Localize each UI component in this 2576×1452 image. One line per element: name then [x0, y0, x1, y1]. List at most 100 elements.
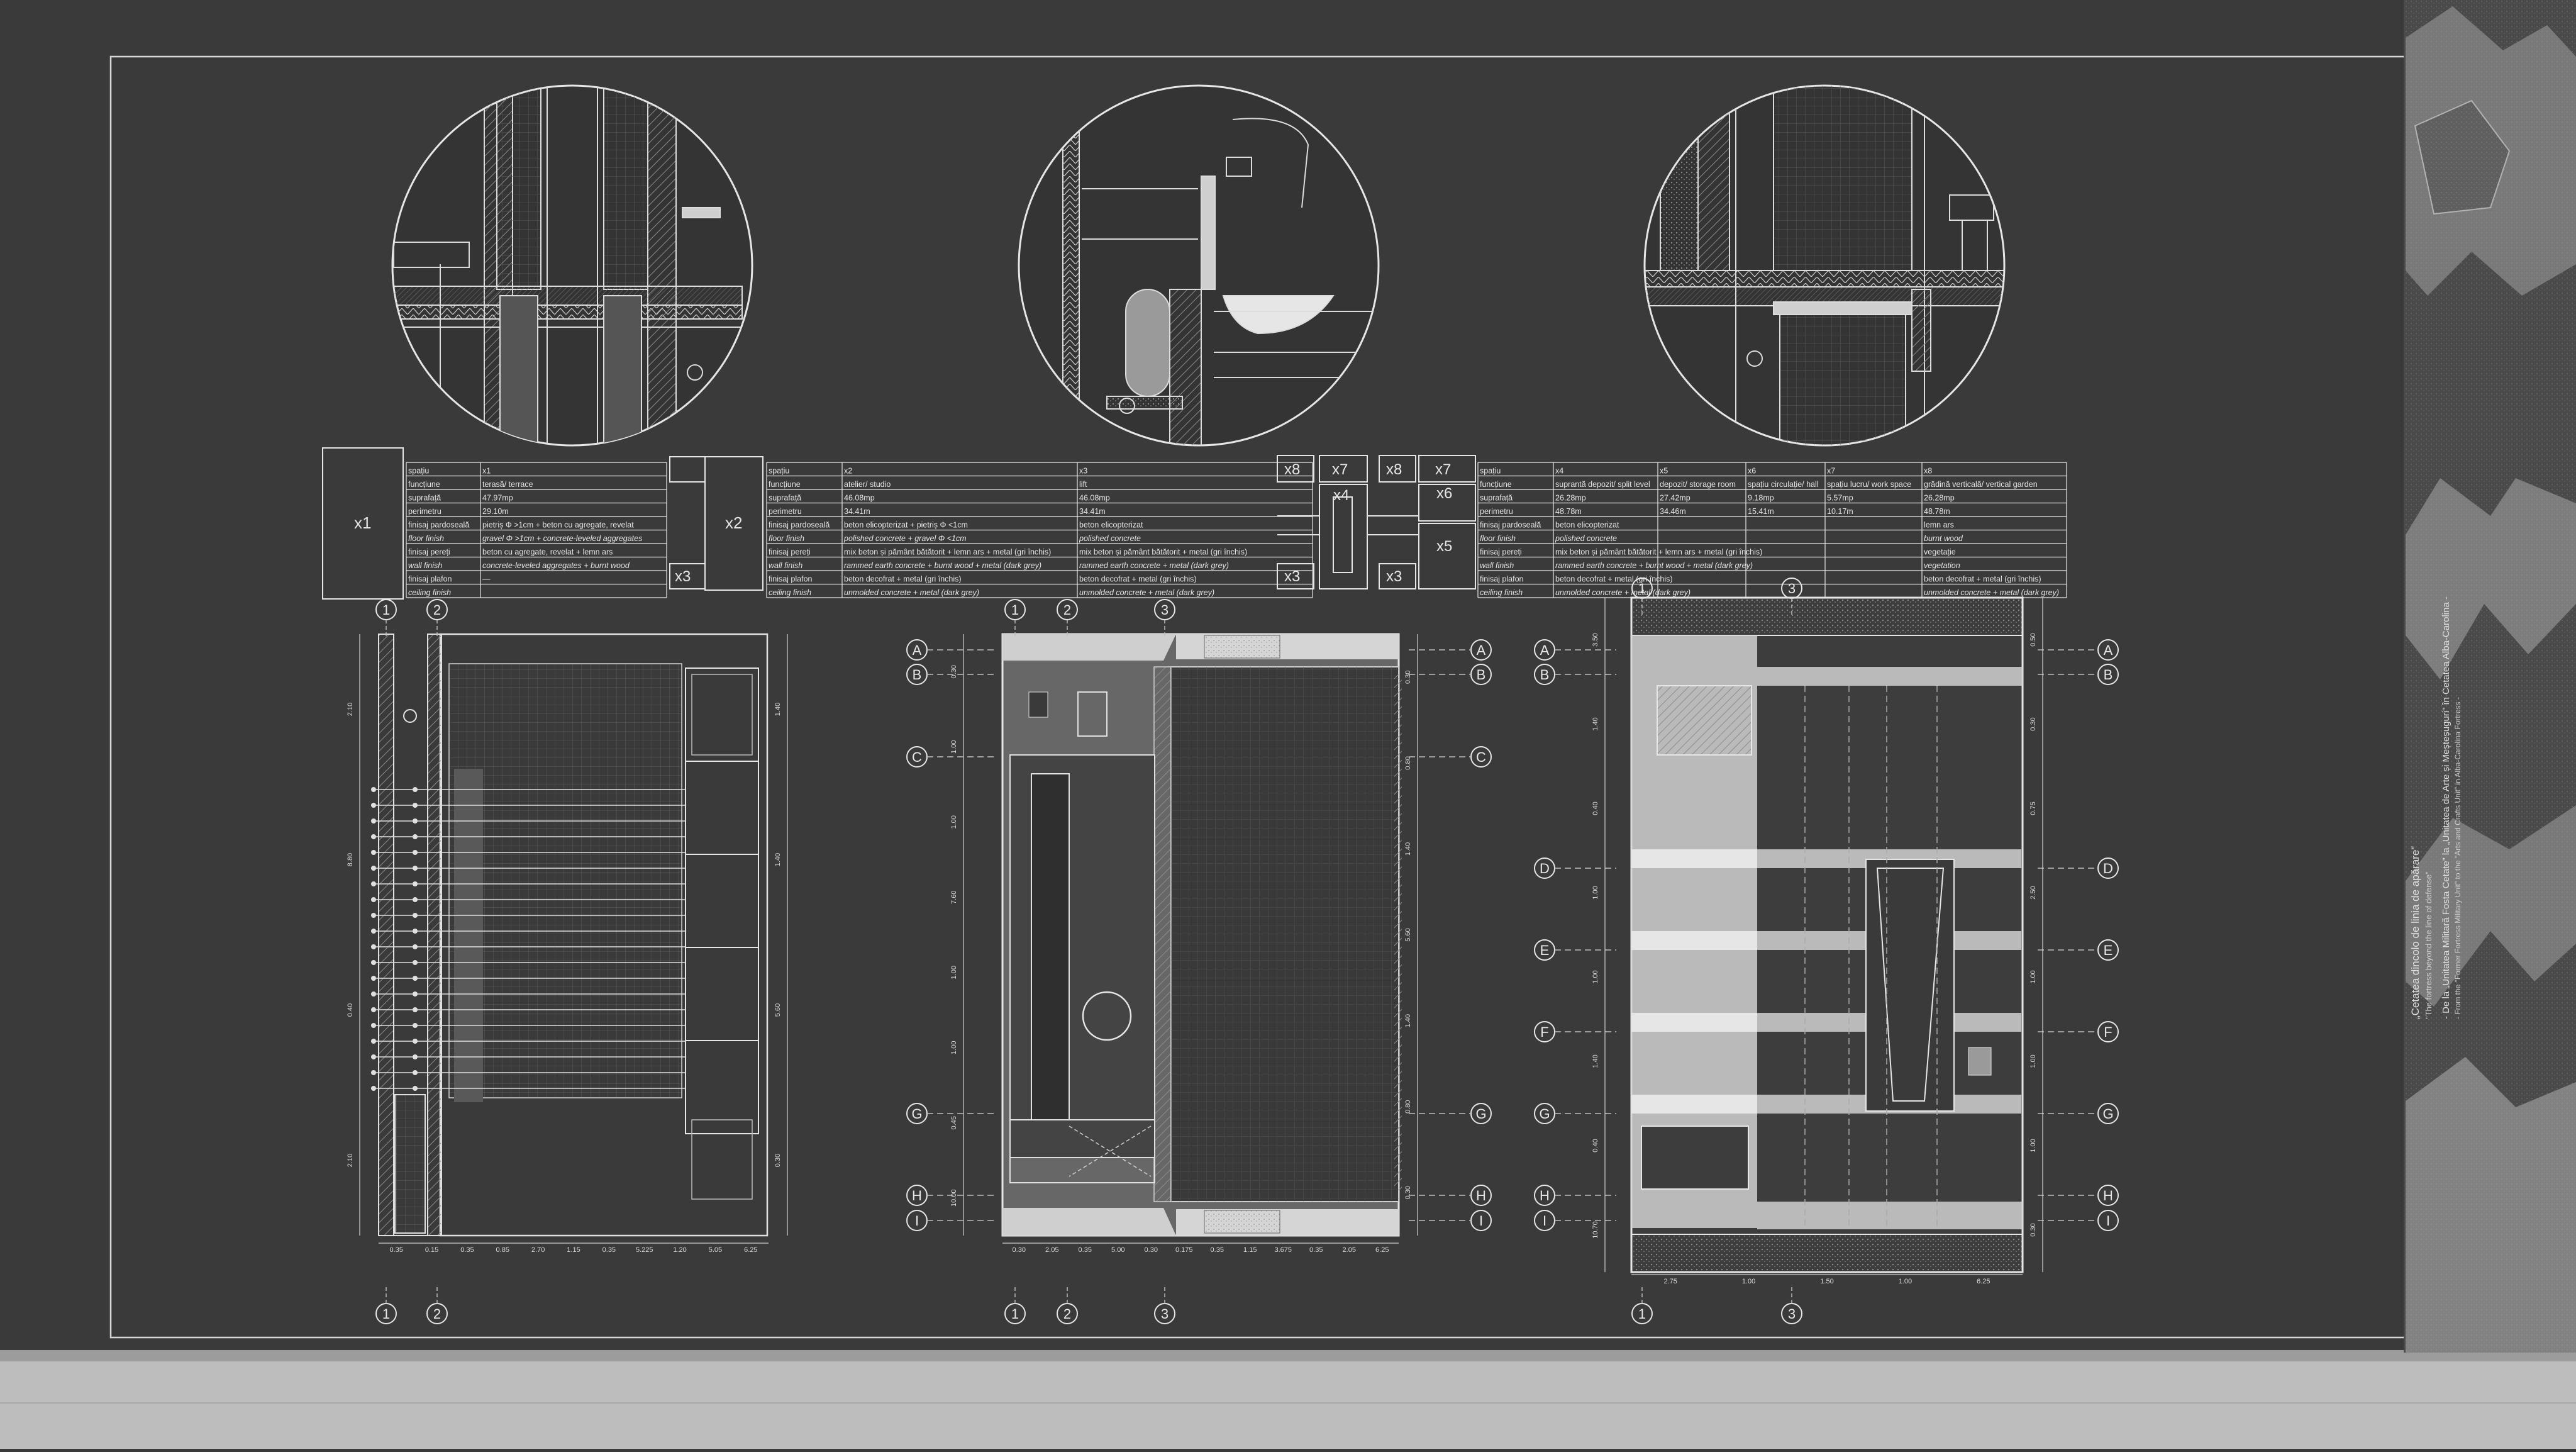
table-cell: wall finish [769, 561, 802, 570]
table-cell: 26.28mp [1924, 494, 1955, 503]
table-cell: pietriș Φ >1cm + beton cu agregate, reve… [482, 521, 634, 530]
dimension-label: 1.00 [950, 1041, 958, 1054]
axis-label: 3 [1161, 602, 1169, 618]
table-cell: perimetru [1480, 507, 1513, 516]
rung-node [413, 991, 418, 997]
table-cell: finisaj pardoseală [408, 521, 469, 530]
axis-label: A [1477, 642, 1486, 658]
dimension-label: 0.35 [1079, 1246, 1092, 1254]
dimension-label: 1.00 [950, 815, 958, 829]
axis-label: G [1539, 1106, 1550, 1122]
table-cell: beton decofrat + metal (gri închis) [844, 575, 962, 584]
table-cell: depozit/ storage room [1660, 480, 1736, 489]
axis-label: 2 [433, 1306, 441, 1322]
dimension-label: 0.30 [2029, 1223, 2037, 1236]
room-table-x2-x3: spațiu x2 x3 funcțiune atelier/ studio lift su… [766, 462, 1313, 598]
rung-node [371, 1039, 376, 1044]
axis-label: F [2104, 1024, 2112, 1040]
table-cell: unmolded concrete + metal (dark grey) [1555, 588, 1690, 597]
table-cell: finisaj plafon [1480, 575, 1524, 584]
table-cell: vegetation [1924, 561, 1960, 570]
dimension-label: 0.35 [1211, 1246, 1224, 1254]
axis-label: G [911, 1106, 922, 1122]
table-cell: unmolded concrete + metal (dark grey) [844, 588, 979, 597]
plan-right [1630, 596, 2024, 1273]
axis-label: I [2106, 1213, 2110, 1229]
dimension-label: 5.05 [709, 1246, 722, 1254]
table-cell: mix beton și pământ bătătorit + lemn ars… [1555, 548, 1762, 557]
table-cell: finisaj pereți [769, 548, 811, 557]
dimension-label: 1.50 [1820, 1278, 1833, 1285]
table-cell: vegetație [1924, 548, 1956, 557]
table-cell: spațiu circulație/ hall [1748, 480, 1819, 489]
table-cell: funcțiune [769, 480, 801, 489]
axis-label: 1 [382, 602, 390, 618]
detail-circle-1 [391, 84, 753, 447]
table-cell: 29.10m [482, 507, 509, 516]
table-cell: 26.28mp [1555, 494, 1586, 503]
dimension-label: 1.40 [1404, 842, 1412, 856]
dimension-label: 2.70 [531, 1246, 545, 1254]
table-cell: mix beton și pământ bătătorit + lemn ars… [844, 548, 1051, 557]
table-cell: funcțiune [408, 480, 440, 489]
table-cell: 27.42mp [1660, 494, 1690, 503]
dimension-label: 5.00 [1111, 1246, 1124, 1254]
axis-label: I [1543, 1213, 1546, 1229]
rung-node [413, 803, 418, 808]
axis-label: B [1540, 667, 1550, 683]
dimension-label: 0.40 [1592, 1139, 1599, 1152]
table-cell: x8 [1924, 467, 1932, 476]
dimension-label: 1.00 [1592, 886, 1599, 899]
plan-middle [1001, 633, 1402, 1237]
rung-node [413, 897, 418, 902]
dimension-label: 1.40 [774, 853, 782, 866]
rung-node [413, 1086, 418, 1091]
rung-node [371, 976, 376, 981]
side-title-ro: „Cetatea dincolo de linia de apărare” [2409, 846, 2421, 1019]
room-x2-label: x2 [725, 513, 742, 532]
dimension-label: 1.00 [950, 966, 958, 979]
table-cell: 34.41m [1079, 507, 1106, 516]
axis-label: 3 [1788, 1306, 1796, 1322]
table-cell: x6 [1748, 467, 1756, 476]
drawing-sheet: „Cetatea dincolo de linia de apărare” "T… [0, 0, 2576, 1449]
table-cell: beton cu agregate, revelat + lemn ars [482, 548, 613, 557]
table-cell: rammed earth concrete + burnt wood + met… [844, 561, 1041, 570]
rung-node [371, 850, 376, 855]
table-cell: finisaj pardoseală [769, 521, 830, 530]
dimension-label: 0.50 [2029, 633, 2037, 646]
room-table-x1: spațiu x1 funcțiune terasă/ terrace suprafaț… [406, 462, 667, 598]
axis-label: I [915, 1213, 919, 1229]
table-cell: 9.18mp [1748, 494, 1774, 503]
table-cell: polished concrete [1555, 534, 1617, 543]
table-cell: 46.08mp [1079, 494, 1110, 503]
axis-label: 1 [1011, 1306, 1019, 1322]
dimension-label: 6.25 [1977, 1278, 1990, 1285]
table-cell: x4 [1555, 467, 1563, 476]
detail-circle-2 [1018, 84, 1380, 447]
table-cell: beton elicopterizat + pietriș Φ <1cm [844, 521, 968, 530]
dimension-label: 0.30 [950, 665, 958, 678]
table-cell: mix beton și pământ bătătorit + metal (g… [1079, 548, 1247, 557]
dimension-label: 2.10 [347, 1154, 354, 1167]
rung-node [371, 803, 376, 808]
axis-label: G [2102, 1106, 2113, 1122]
dimension-label: 0.35 [1309, 1246, 1323, 1254]
table-cell: atelier/ studio [844, 480, 891, 489]
rung-node [371, 1054, 376, 1059]
key-x8-b: x8 [1386, 461, 1402, 478]
dimension-label: 10.00 [950, 1189, 958, 1207]
axis-label: D [2103, 861, 2113, 876]
dimension-label: 0.30 [2029, 717, 2037, 730]
table-cell: spațiu [769, 467, 789, 476]
table-cell: beton decofrat + metal (gri închis) [1924, 575, 2041, 584]
rung-node [413, 960, 418, 965]
dimension-label: 3.50 [1592, 633, 1599, 646]
table-cell: gravel Φ >1cm + concrete-leveled aggrega… [482, 534, 642, 543]
table-cell: funcțiune [1480, 480, 1512, 489]
table-cell: rammed earth concrete + metal (dark grey… [1079, 561, 1229, 570]
table-cell: 47.97mp [482, 494, 513, 503]
axis-label: 2 [1063, 602, 1071, 618]
axis-label: F [1540, 1024, 1548, 1040]
key-x6: x6 [1436, 485, 1452, 502]
